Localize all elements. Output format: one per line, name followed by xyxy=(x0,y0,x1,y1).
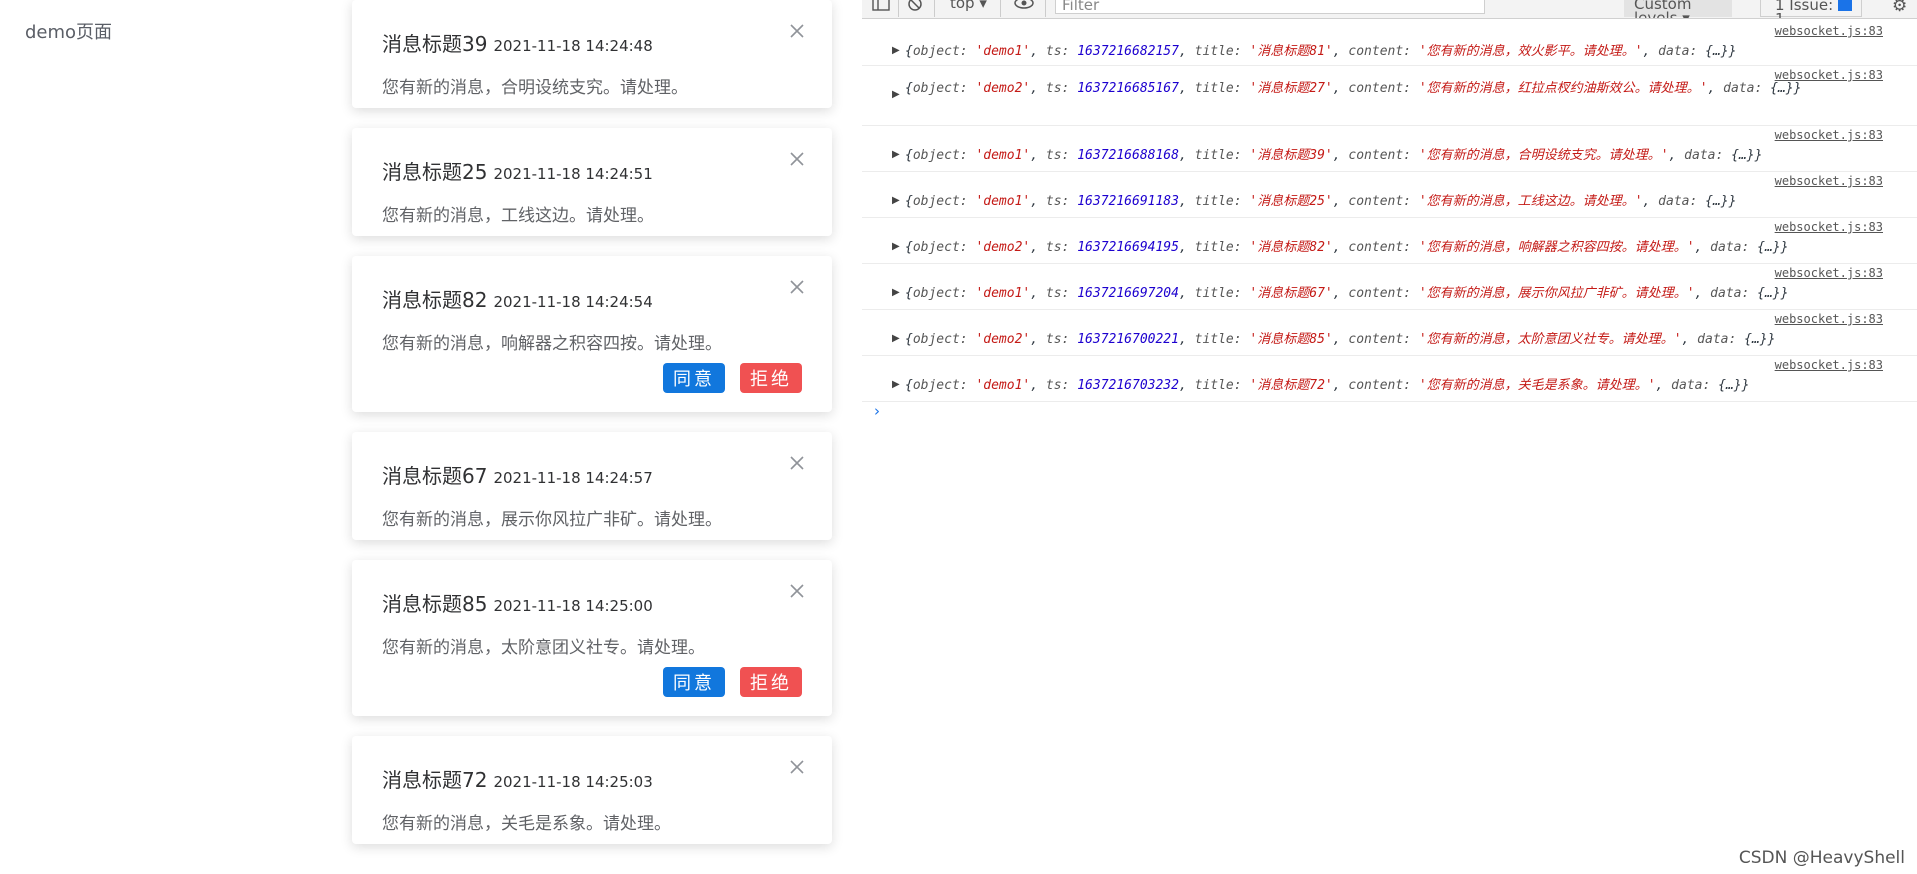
context-label: top xyxy=(950,0,975,12)
issue-icon xyxy=(1838,0,1853,11)
log-object[interactable]: {object: 'demo2', ts: 1637216700221, tit… xyxy=(905,331,1880,348)
notification-card: 消息标题39 2021-11-18 14:24:48 您有新的消息，合明设统支究… xyxy=(352,0,832,108)
expand-arrow-icon[interactable]: ▶ xyxy=(892,333,900,344)
log-source-link[interactable]: websocket.js:83 xyxy=(1775,220,1883,234)
notification-time: 2021-11-18 14:24:48 xyxy=(493,37,653,55)
notification-title: 消息标题82 xyxy=(382,288,488,312)
log-source-link[interactable]: websocket.js:83 xyxy=(1775,266,1883,280)
log-object[interactable]: {object: 'demo1', ts: 1637216688168, tit… xyxy=(905,147,1880,164)
log-row: websocket.js:83 ▶ {object: 'demo1', ts: … xyxy=(862,264,1917,310)
notification-title: 消息标题85 xyxy=(382,592,488,616)
log-source-link[interactable]: websocket.js:83 xyxy=(1775,128,1883,142)
gear-icon[interactable]: ⚙ xyxy=(1892,0,1907,16)
expand-arrow-icon[interactable]: ▶ xyxy=(892,241,900,252)
expand-arrow-icon[interactable]: ▶ xyxy=(892,89,900,100)
log-row: websocket.js:83 ▶ {object: 'demo2', ts: … xyxy=(862,310,1917,356)
notification-content: 您有新的消息，响解器之积容四按。请处理。 xyxy=(382,334,722,354)
log-source-link[interactable]: websocket.js:83 xyxy=(1775,24,1883,38)
log-row: websocket.js:83 ▶ {object: 'demo1', ts: … xyxy=(862,126,1917,172)
close-icon[interactable] xyxy=(788,278,806,296)
close-icon[interactable] xyxy=(788,150,806,168)
notification-title: 消息标题25 xyxy=(382,160,488,184)
agree-button[interactable]: 同意 xyxy=(663,363,725,393)
eye-icon[interactable] xyxy=(1014,0,1034,10)
notification-time: 2021-11-18 14:24:57 xyxy=(493,469,653,487)
notification-content: 您有新的消息，关毛是系象。请处理。 xyxy=(382,814,671,834)
log-row: websocket.js:83 ▶ {object: 'demo1', ts: … xyxy=(862,172,1917,218)
notification-content: 您有新的消息，展示你风拉广非矿。请处理。 xyxy=(382,510,722,530)
expand-arrow-icon[interactable]: ▶ xyxy=(892,149,900,160)
log-object[interactable]: {object: 'demo1', ts: 1637216697204, tit… xyxy=(905,285,1880,302)
expand-arrow-icon[interactable]: ▶ xyxy=(892,45,900,56)
reject-button[interactable]: 拒绝 xyxy=(740,667,802,697)
notification-title: 消息标题39 xyxy=(382,32,488,56)
log-object[interactable]: {object: 'demo2', ts: 1637216685167, tit… xyxy=(905,80,1880,97)
expand-arrow-icon[interactable]: ▶ xyxy=(892,287,900,298)
notification-time: 2021-11-18 14:25:00 xyxy=(493,597,653,615)
notification-card: 消息标题82 2021-11-18 14:24:54 您有新的消息，响解器之积容… xyxy=(352,256,832,412)
log-source-link[interactable]: websocket.js:83 xyxy=(1775,312,1883,326)
expand-arrow-icon[interactable]: ▶ xyxy=(892,379,900,390)
notification-card: 消息标题67 2021-11-18 14:24:57 您有新的消息，展示你风拉广… xyxy=(352,432,832,540)
clear-console-icon[interactable] xyxy=(907,0,923,12)
log-levels-dropdown[interactable]: Custom levels ▾ xyxy=(1624,0,1732,19)
log-row: websocket.js:83 ▶ {object: 'demo2', ts: … xyxy=(862,218,1917,264)
close-icon[interactable] xyxy=(788,582,806,600)
notification-content: 您有新的消息，合明设统支究。请处理。 xyxy=(382,78,688,98)
log-source-link[interactable]: websocket.js:83 xyxy=(1775,174,1883,188)
close-icon[interactable] xyxy=(788,758,806,776)
notification-card: 消息标题85 2021-11-18 14:25:00 您有新的消息，太阶意团义社… xyxy=(352,560,832,716)
prompt-chevron-icon: › xyxy=(874,402,880,420)
log-row: websocket.js:83 ▶ {object: 'demo1', ts: … xyxy=(862,356,1917,402)
console-log-list: websocket.js:83 ▶ {object: 'demo1', ts: … xyxy=(862,22,1917,432)
log-object[interactable]: {object: 'demo1', ts: 1637216682157, tit… xyxy=(905,43,1880,60)
notification-time: 2021-11-18 14:24:54 xyxy=(493,293,653,311)
notification-card: 消息标题72 2021-11-18 14:25:03 您有新的消息，关毛是系象。… xyxy=(352,736,832,844)
notification-content: 您有新的消息，太阶意团义社专。请处理。 xyxy=(382,638,705,658)
close-icon[interactable] xyxy=(788,454,806,472)
log-row: websocket.js:83 ▶ {object: 'demo2', ts: … xyxy=(862,66,1917,126)
log-levels-label: Custom levels xyxy=(1634,0,1692,19)
log-object[interactable]: {object: 'demo1', ts: 1637216691183, tit… xyxy=(905,193,1880,210)
sidebar-toggle-icon[interactable] xyxy=(872,0,890,12)
log-source-link[interactable]: websocket.js:83 xyxy=(1775,358,1883,372)
filter-input[interactable]: Filter xyxy=(1055,0,1485,14)
log-object[interactable]: {object: 'demo2', ts: 1637216694195, tit… xyxy=(905,239,1880,256)
issues-button[interactable]: 1 Issue: 1 xyxy=(1760,0,1862,19)
log-row: websocket.js:83 ▶ {object: 'demo1', ts: … xyxy=(862,22,1917,66)
notification-title: 消息标题72 xyxy=(382,768,488,792)
notification-time: 2021-11-18 14:25:03 xyxy=(493,773,653,791)
page-title: demo页面 xyxy=(25,22,113,43)
context-selector[interactable]: top ▾ xyxy=(950,0,987,12)
agree-button[interactable]: 同意 xyxy=(663,667,725,697)
console-toolbar: top ▾ Filter Custom levels ▾ 1 Issue: 1 … xyxy=(862,0,1917,19)
watermark: CSDN @HeavyShell xyxy=(1738,848,1905,868)
reject-button[interactable]: 拒绝 xyxy=(740,363,802,393)
notification-content: 您有新的消息，工线这边。请处理。 xyxy=(382,206,654,226)
notification-title: 消息标题67 xyxy=(382,464,488,488)
close-icon[interactable] xyxy=(788,22,806,40)
log-object[interactable]: {object: 'demo1', ts: 1637216703232, tit… xyxy=(905,377,1880,394)
notification-card: 消息标题25 2021-11-18 14:24:51 您有新的消息，工线这边。请… xyxy=(352,128,832,236)
notification-time: 2021-11-18 14:24:51 xyxy=(493,165,653,183)
devtools-console: top ▾ Filter Custom levels ▾ 1 Issue: 1 … xyxy=(862,0,1917,874)
console-prompt-row[interactable]: › xyxy=(862,402,1917,432)
issues-count: 1 xyxy=(1775,10,1785,19)
expand-arrow-icon[interactable]: ▶ xyxy=(892,195,900,206)
